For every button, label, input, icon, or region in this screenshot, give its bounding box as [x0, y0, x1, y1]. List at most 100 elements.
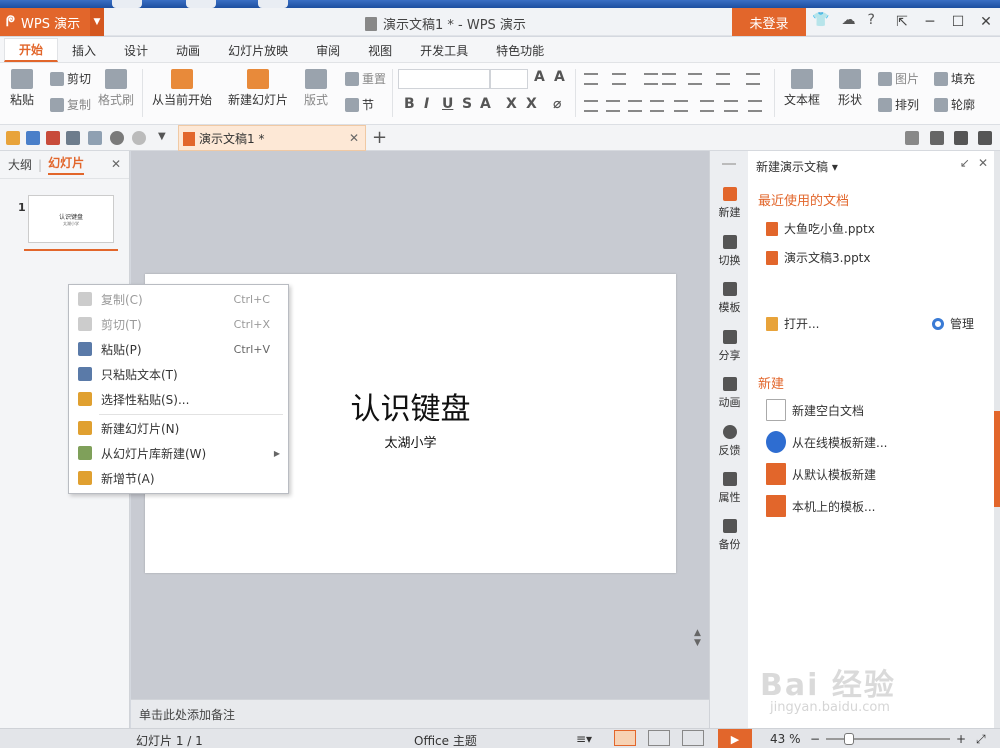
close-tab-icon[interactable]: ✕: [349, 131, 359, 145]
side-tab-animation[interactable]: 动画: [710, 377, 749, 410]
side-tab-feedback[interactable]: 反馈: [710, 425, 749, 458]
side-tab-properties[interactable]: 属性: [710, 472, 749, 505]
subscript-icon[interactable]: X: [526, 96, 537, 112]
menu-item-paste-special[interactable]: 选择性粘贴(S)...: [69, 387, 288, 411]
menu-item-cut[interactable]: 剪切(T) Ctrl+X: [69, 312, 288, 336]
help-icon[interactable]: ?: [867, 12, 874, 28]
zoom-slider-handle[interactable]: [844, 733, 854, 745]
new-blank-doc[interactable]: 新建空白文档: [766, 399, 864, 421]
taskbar-app-chip[interactable]: [186, 0, 216, 8]
align-right-icon[interactable]: [628, 100, 642, 112]
line-spacing-icon[interactable]: [746, 73, 760, 85]
task-pane-header[interactable]: 新建演示文稿 ▾: [756, 158, 838, 175]
arrange-button[interactable]: 排列: [878, 96, 919, 113]
align-center-icon[interactable]: [606, 100, 620, 112]
minimize-icon[interactable]: ─: [916, 8, 944, 36]
drag-handle[interactable]: [722, 163, 736, 165]
layout-button[interactable]: 版式: [304, 69, 328, 108]
tab-design[interactable]: 设计: [110, 38, 162, 62]
maximize-icon[interactable]: ☐: [944, 8, 972, 36]
textbox-button[interactable]: 文本框: [784, 69, 820, 108]
column-icon[interactable]: [724, 100, 738, 112]
tab-slides[interactable]: 幻灯片: [48, 154, 85, 175]
side-expand-tab[interactable]: [994, 411, 1000, 507]
font-size-combo[interactable]: [490, 69, 528, 89]
side-tab-template[interactable]: 模板: [710, 282, 749, 315]
tab-special[interactable]: 特色功能: [482, 38, 558, 62]
font-name-combo[interactable]: [398, 69, 490, 89]
side-tab-backup[interactable]: 备份: [710, 519, 749, 552]
normal-view-icon[interactable]: [614, 730, 636, 746]
tab-outline[interactable]: 大纲: [8, 156, 32, 173]
side-tab-share[interactable]: 分享: [710, 330, 749, 363]
justify-icon[interactable]: [650, 100, 664, 112]
tab-slideshow[interactable]: 幻灯片放映: [214, 38, 302, 62]
tab-review[interactable]: 审阅: [302, 38, 354, 62]
zoom-level[interactable]: 43 %: [770, 732, 801, 746]
clear-format-icon[interactable]: ⌀: [553, 96, 561, 112]
side-tab-switch[interactable]: 切换: [710, 235, 749, 268]
distribute-icon[interactable]: [674, 100, 688, 112]
open-button[interactable]: 打开...: [766, 315, 819, 332]
export-pdf-icon[interactable]: [46, 131, 60, 145]
tab-developer[interactable]: 开发工具: [406, 38, 482, 62]
recent-doc-item[interactable]: 演示文稿3.pptx: [766, 249, 871, 266]
picture-button[interactable]: 图片: [878, 70, 919, 87]
theme-name[interactable]: Office 主题: [414, 732, 477, 748]
local-templates[interactable]: 本机上的模板...: [766, 495, 875, 517]
menu-item-add-section[interactable]: 新增节(A): [69, 466, 288, 490]
restore-window-icon[interactable]: ⇱: [888, 8, 916, 36]
tool-icon[interactable]: [954, 131, 968, 145]
login-button[interactable]: 未登录: [732, 8, 806, 36]
align-left-icon[interactable]: [584, 100, 598, 112]
paragraph-spacing-icon[interactable]: [700, 100, 714, 112]
shape-button[interactable]: 形状: [838, 69, 862, 108]
new-from-default-template[interactable]: 从默认模板新建: [766, 463, 876, 485]
menu-item-new-from-library[interactable]: 从幻灯片库新建(W) ▶: [69, 441, 288, 465]
tab-insert[interactable]: 插入: [58, 38, 110, 62]
taskbar-app-chip[interactable]: [258, 0, 288, 8]
smartart-icon[interactable]: [748, 100, 762, 112]
play-slideshow-button[interactable]: ▶: [718, 729, 752, 748]
increase-indent-icon[interactable]: [662, 73, 676, 85]
play-from-current-button[interactable]: 从当前开始: [152, 69, 212, 108]
menu-item-copy[interactable]: 复制(C) Ctrl+C: [69, 287, 288, 311]
underline-icon[interactable]: U: [442, 96, 453, 112]
new-from-online-template[interactable]: 从在线模板新建...: [766, 431, 887, 453]
fit-window-icon[interactable]: ⤢: [976, 732, 986, 747]
undo-icon[interactable]: [110, 131, 124, 145]
tab-view[interactable]: 视图: [354, 38, 406, 62]
bullets-icon[interactable]: [584, 73, 598, 85]
superscript-icon[interactable]: X: [506, 96, 517, 112]
align-text-icon[interactable]: [716, 73, 730, 85]
manage-button[interactable]: 管理: [931, 315, 974, 332]
print-preview-icon[interactable]: [88, 131, 102, 145]
menu-item-new-slide[interactable]: 新建幻灯片(N): [69, 416, 288, 440]
reading-view-icon[interactable]: [682, 730, 704, 746]
close-panel-icon[interactable]: ✕: [111, 157, 121, 171]
zoom-in-icon[interactable]: +: [956, 732, 966, 746]
outline-button[interactable]: 轮廓: [934, 96, 975, 113]
redo-icon[interactable]: [132, 131, 146, 145]
notes-pane[interactable]: 单击此处添加备注: [131, 699, 709, 728]
save-icon[interactable]: [26, 131, 40, 145]
section-button[interactable]: 节: [345, 96, 374, 113]
taskbar-app-chip[interactable]: [112, 0, 142, 8]
text-direction-icon[interactable]: [688, 73, 702, 85]
open-folder-icon[interactable]: [6, 131, 20, 145]
document-tab[interactable]: 演示文稿1 * ✕: [178, 125, 366, 151]
close-pane-icon[interactable]: ✕: [978, 156, 988, 170]
chevron-down-icon[interactable]: ▼: [90, 8, 104, 36]
numbering-icon[interactable]: [612, 73, 626, 85]
prev-next-slide-arrows[interactable]: ▲ ▼: [694, 628, 701, 648]
slide-sorter-view-icon[interactable]: [648, 730, 670, 746]
fill-button[interactable]: 填充: [934, 70, 975, 87]
new-tab-icon[interactable]: +: [372, 127, 387, 148]
tool-icon[interactable]: [978, 131, 992, 145]
format-painter-button[interactable]: 格式刷: [98, 69, 134, 108]
font-color-icon[interactable]: A: [480, 96, 491, 112]
italic-icon[interactable]: I: [424, 96, 429, 112]
recent-doc-item[interactable]: 大鱼吃小鱼.pptx: [766, 220, 875, 237]
tool-icon[interactable]: [905, 131, 919, 145]
zoom-out-icon[interactable]: −: [810, 732, 820, 746]
